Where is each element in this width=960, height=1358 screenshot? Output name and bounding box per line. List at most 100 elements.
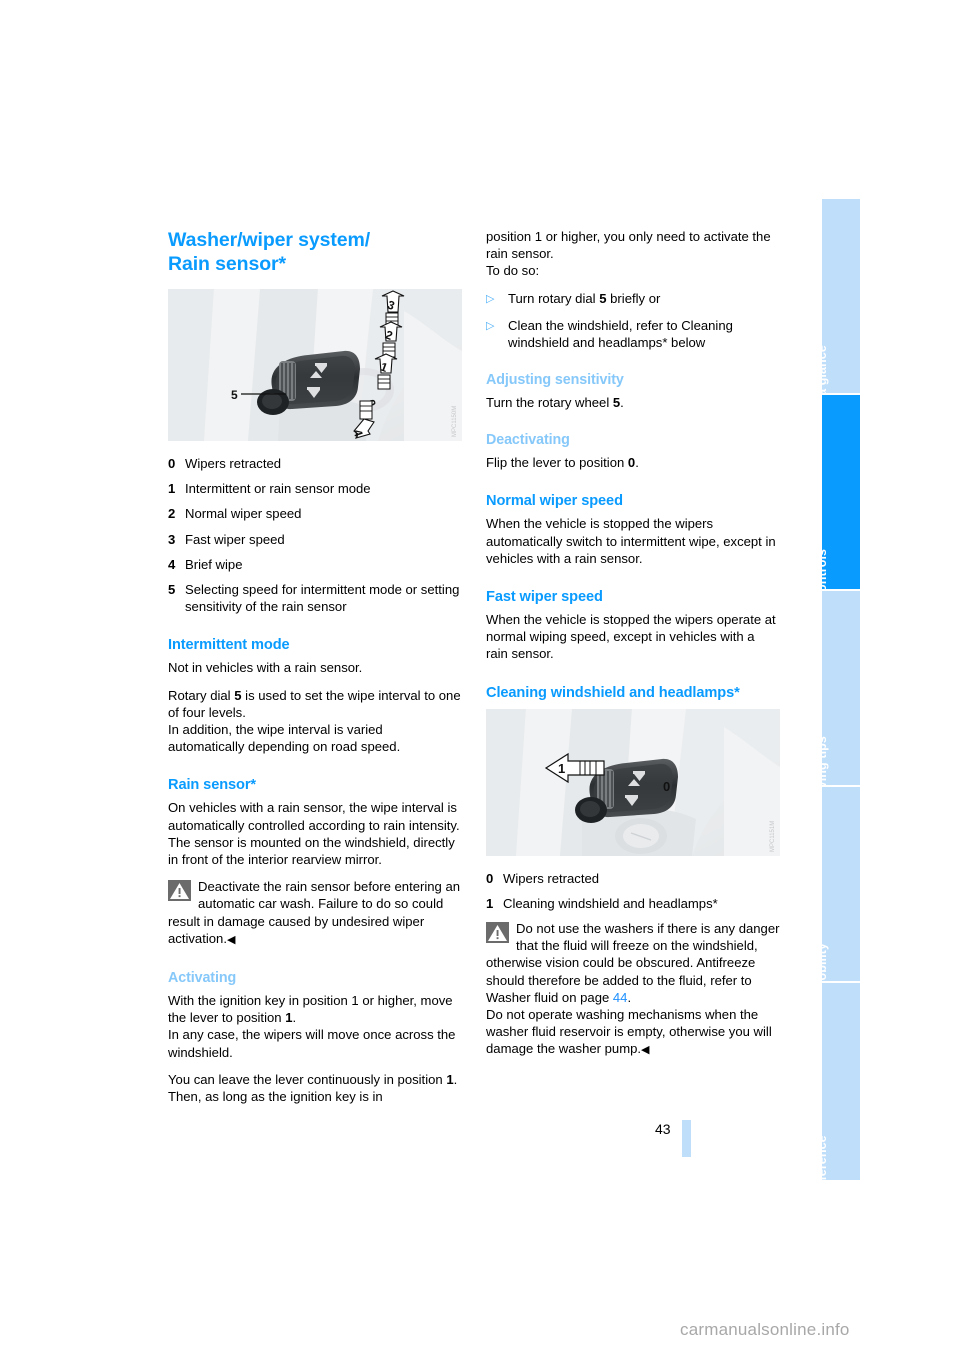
lever-position-legend: 0 Wipers retracted 1 Intermittent or rai…	[168, 455, 462, 615]
figure-callout-1: 1	[558, 761, 565, 776]
footer-watermark: carmanualsonline.info	[680, 1320, 850, 1339]
wiper-stalk-illustration: 5 3 2 1 4 MPC1150M	[168, 289, 462, 441]
intermittent-p2: Rotary dial 5 is used to set the wipe in…	[168, 687, 462, 721]
legend-number: 5	[168, 582, 176, 598]
legend-number: 1	[486, 895, 494, 911]
heading-activating: Activating	[168, 970, 237, 987]
washer-position-legend: 0 Wipers retracted 1 Cleaning windshield…	[486, 870, 780, 912]
warning-washer-b: .	[627, 989, 632, 1005]
list-item: ▷ Turn rotary dial 5 briefly or	[486, 290, 780, 308]
list-item-text: Turn rotary dial 5 briefly or	[508, 290, 780, 308]
legend-text: Wipers retracted	[503, 870, 600, 886]
activation-steps-list: ▷ Turn rotary dial 5 briefly or ▷ Clean …	[486, 290, 780, 351]
tab-reference[interactable]: Reference	[815, 983, 860, 1197]
intermittent-p2-dial: 5	[234, 687, 242, 703]
legend-row: 1 Cleaning windshield and headlamps*	[486, 895, 780, 912]
heading-fast-wiper-speed: Fast wiper speed	[486, 589, 603, 606]
figure-watermark: MPC1151M	[770, 820, 776, 851]
washer-lever-illustration: 1 0 MPC1151M	[486, 708, 780, 856]
legend-row: 2 Normal wiper speed	[168, 505, 462, 522]
warning-washer-fluid-text: Do not use the washers if there is any d…	[486, 920, 780, 1060]
warning-triangle-icon	[168, 880, 191, 902]
tab-controls[interactable]: Controls	[815, 395, 860, 601]
continuation-p2: To do so:	[486, 263, 540, 279]
legend-number: 1	[168, 481, 176, 497]
bullet-0-dial: 5	[599, 290, 607, 306]
list-item-text: Clean the windshield, refer to Cleaning …	[508, 317, 733, 350]
left-column: Washer/wiper system/ Rain sensor* 5 3 2 …	[168, 228, 462, 1115]
tab-driving-tips[interactable]: Driving tips	[815, 591, 860, 806]
legend-row: 4 Brief wipe	[168, 556, 462, 573]
legend-text: Selecting speed for intermittent mode or…	[185, 582, 460, 615]
legend-number: 4	[168, 556, 176, 572]
warning-rain-sensor-text: Deactivate the rain sensor before enteri…	[168, 878, 462, 949]
heading-rain-sensor: Rain sensor*	[168, 777, 257, 794]
rain-sensor-p1: On vehicles with a rain sensor, the wipe…	[168, 800, 460, 868]
legend-number: 3	[168, 531, 176, 547]
legend-number: 2	[168, 506, 176, 522]
continuation-p1: position 1 or higher, you only need to a…	[486, 229, 771, 262]
page-number-bar	[682, 1120, 691, 1157]
heading-cleaning-windshield-headlamps: Cleaning windshield and headlamps*	[486, 684, 740, 701]
figure-wiper-stalk: 5 3 2 1 4 MPC1150M	[168, 289, 462, 441]
tab-mobility[interactable]: Mobility	[815, 787, 860, 991]
bullet-0-c: briefly or	[606, 290, 661, 306]
intermittent-p2-a: Rotary dial	[168, 687, 235, 703]
legend-number: 0	[168, 456, 176, 471]
deactivating-p1-c: .	[635, 455, 639, 471]
legend-text: Fast wiper speed	[185, 531, 285, 547]
adjusting-p1-a: Turn the rotary wheel	[486, 395, 613, 411]
legend-row: 5 Selecting speed for intermittent mode …	[168, 581, 462, 615]
list-item: ▷ Clean the windshield, refer to Cleanin…	[486, 317, 780, 351]
tab-at-a-glance[interactable]: At a glance	[815, 199, 860, 413]
legend-text: Wipers retracted	[185, 456, 282, 471]
activating-p2: In any case, the wipers will move once a…	[168, 1027, 456, 1060]
figure-callout-0: 0	[663, 779, 670, 794]
legend-text: Cleaning windshield and headlamps*	[503, 895, 718, 911]
legend-row: 0 Wipers retracted	[486, 870, 780, 887]
adjusting-p1: Turn the rotary wheel 5.	[486, 394, 780, 411]
warning-end-marker: ◀	[641, 1044, 650, 1057]
legend-text: Normal wiper speed	[185, 506, 302, 522]
heading-normal-wiper-speed: Normal wiper speed	[486, 493, 623, 510]
warning-washer-c: Do not operate washing mechanisms when t…	[486, 1007, 772, 1057]
adjusting-p1-c: .	[620, 395, 624, 411]
warning-rain-sensor-body: Deactivate the rain sensor before enteri…	[168, 879, 461, 946]
section-tab-rail: At a glance Controls Driving tips Mobili…	[815, 199, 860, 1197]
page-number: 43	[655, 1121, 671, 1137]
legend-number: 0	[486, 870, 494, 886]
heading-adjusting-sensitivity: Adjusting sensitivity	[486, 372, 624, 389]
deactivating-p1-a: Flip the lever to position	[486, 455, 628, 471]
warning-end-marker: ◀	[226, 933, 236, 946]
activating-p3: You can leave the lever continuously in …	[168, 1071, 462, 1105]
page-reference-link[interactable]: 44	[613, 990, 628, 1005]
legend-row: 0 Wipers retracted	[168, 455, 462, 472]
warning-triangle-icon	[486, 922, 509, 944]
right-column: position 1 or higher, you only need to a…	[486, 228, 780, 1060]
activating-p1: With the ignition key in position 1 or h…	[168, 992, 462, 1026]
triangle-bullet-icon: ▷	[486, 292, 495, 305]
figure-washer-lever: 1 0 MPC1151M	[486, 708, 780, 856]
figure-callout-5: 5	[231, 388, 238, 402]
legend-row: 1 Intermittent or rain sensor mode	[168, 480, 462, 497]
fast-speed-p1: When the vehicle is stopped the wipers o…	[486, 612, 776, 662]
deactivating-p1: Flip the lever to position 0.	[486, 454, 780, 471]
tab-label: Reference	[815, 1135, 829, 1197]
legend-text: Brief wipe	[185, 556, 243, 572]
intermittent-p1: Not in vehicles with a rain sensor.	[168, 660, 363, 676]
activating-p3-a: You can leave the lever continuously in …	[168, 1071, 447, 1087]
normal-speed-p1: When the vehicle is stopped the wipers a…	[486, 516, 776, 566]
warning-rain-sensor: Deactivate the rain sensor before enteri…	[168, 878, 462, 949]
legend-text: Intermittent or rain sensor mode	[185, 481, 371, 497]
warning-washer-a: Do not use the washers if there is any d…	[486, 921, 780, 1005]
legend-row: 3 Fast wiper speed	[168, 531, 462, 548]
page-title: Washer/wiper system/ Rain sensor*	[168, 228, 462, 276]
intermittent-p3: In addition, the wipe interval is varied…	[168, 722, 401, 755]
heading-intermittent-mode: Intermittent mode	[168, 637, 290, 654]
warning-washer-fluid: Do not use the washers if there is any d…	[486, 920, 780, 1060]
page-title-line-1: Washer/wiper system/	[168, 229, 371, 251]
activating-p1-a: With the ignition key in position 1 or h…	[168, 993, 453, 1026]
heading-deactivating: Deactivating	[486, 432, 570, 449]
activating-p3-pos: 1	[446, 1071, 454, 1087]
page-title-line-2: Rain sensor*	[168, 253, 287, 275]
